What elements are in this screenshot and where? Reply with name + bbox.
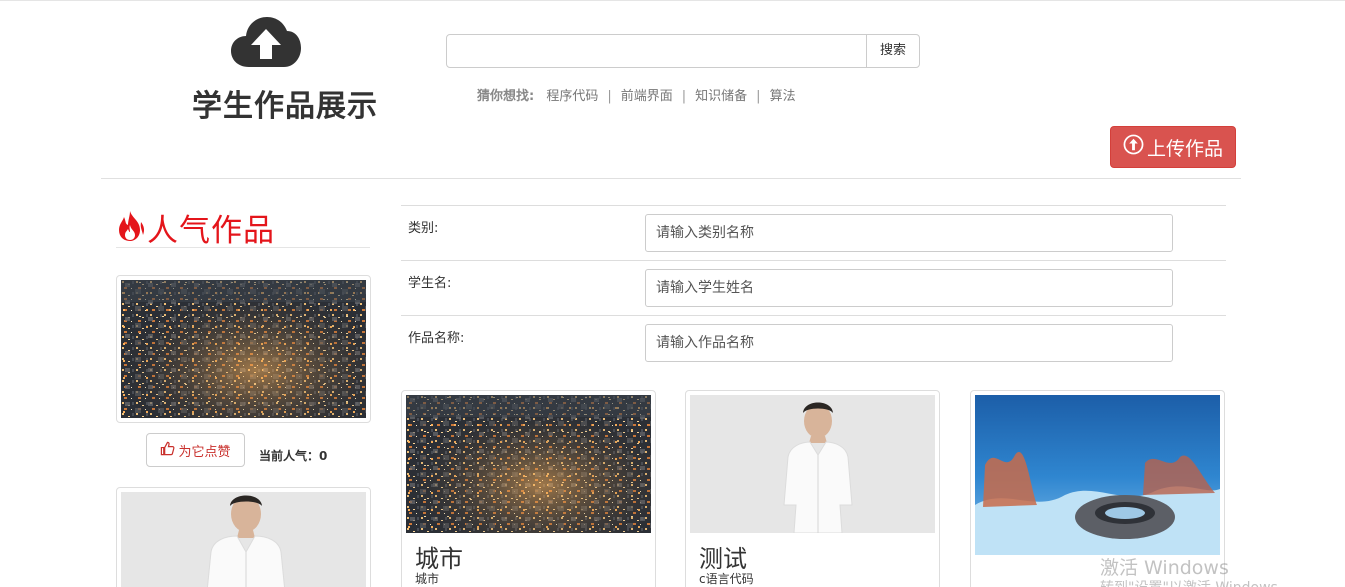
popularity-count: 当前人气：0	[259, 449, 328, 463]
search-input[interactable]	[446, 34, 867, 68]
guess-link-code[interactable]: 程序代码	[546, 89, 598, 104]
popular-divider	[116, 247, 370, 248]
work-card[interactable]: 城市 城市	[401, 390, 656, 587]
work-card-image	[690, 395, 935, 533]
filter-divider	[401, 205, 1226, 206]
work-card-title: 城市	[415, 545, 463, 573]
filter-divider	[401, 260, 1226, 261]
work-card[interactable]: 测试 c语言代码	[685, 390, 940, 587]
filter-divider	[401, 315, 1226, 316]
work-card-title: 测试	[699, 545, 747, 573]
search-button[interactable]: 搜索	[866, 34, 920, 68]
fire-icon	[116, 210, 147, 246]
guess-bar: 猜你想找: 程序代码 | 前端界面 | 知识储备 | 算法	[477, 85, 796, 104]
thumbs-up-icon	[160, 441, 175, 460]
upload-work-button[interactable]: 上传作品	[1110, 126, 1236, 168]
windows-watermark-title: 激活 Windows	[1100, 557, 1229, 579]
popular-heading-text: 人气作品	[147, 213, 275, 249]
popular-heading: 人气作品	[116, 205, 275, 250]
like-button-label: 为它点赞	[178, 444, 231, 460]
like-button[interactable]: 为它点赞	[146, 433, 245, 467]
category-input[interactable]	[645, 214, 1173, 252]
popular-work-image[interactable]	[116, 275, 371, 423]
guess-separator: |	[756, 89, 761, 104]
student-name-input[interactable]	[645, 269, 1173, 307]
guess-link-knowledge[interactable]: 知识储备	[695, 89, 747, 104]
work-card-image	[975, 395, 1220, 559]
windows-watermark-subtitle: 转到"设置"以激活 Windows	[1100, 577, 1278, 587]
guess-link-frontend[interactable]: 前端界面	[621, 89, 673, 104]
work-name-label: 作品名称:	[408, 331, 465, 346]
work-card-image	[406, 395, 651, 533]
work-card-subtitle: c语言代码	[699, 572, 754, 586]
site-title: 学生作品展示	[192, 89, 378, 124]
guess-link-algorithm[interactable]: 算法	[770, 89, 796, 104]
student-name-label: 学生名:	[408, 276, 452, 291]
work-name-input[interactable]	[645, 324, 1173, 362]
guess-label: 猜你想找:	[477, 89, 535, 104]
cloud-upload-icon	[229, 15, 303, 69]
circle-arrow-up-icon	[1123, 134, 1144, 160]
upload-work-label: 上传作品	[1146, 137, 1223, 160]
popular-work-image[interactable]	[116, 487, 371, 587]
category-label: 类别:	[408, 221, 439, 236]
guess-separator: |	[681, 89, 687, 104]
work-card-subtitle: 城市	[415, 572, 440, 586]
guess-separator: |	[607, 89, 612, 104]
header-divider	[101, 178, 1241, 179]
